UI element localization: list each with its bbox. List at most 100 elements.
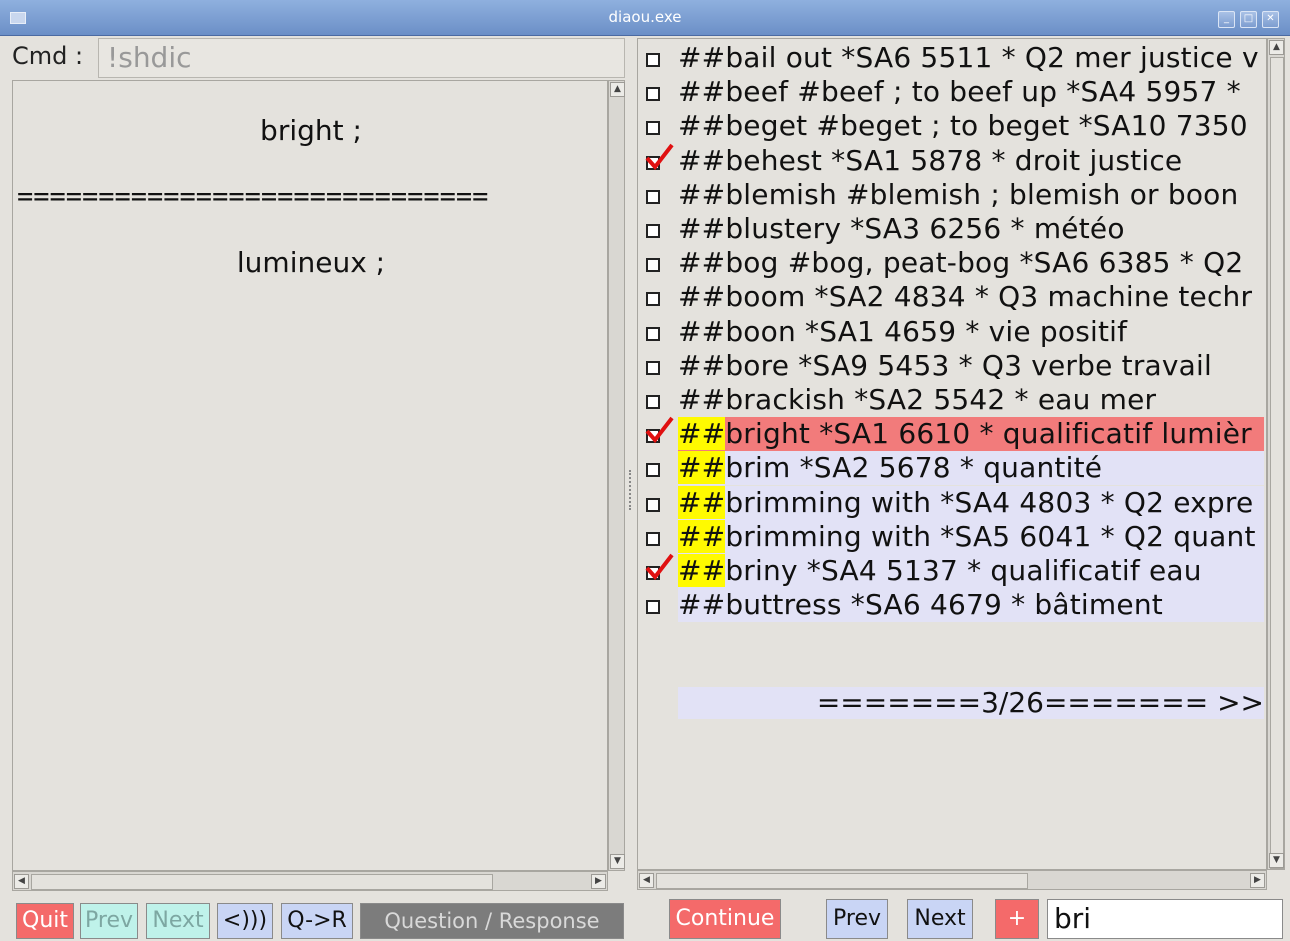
entry-label: brackish *SA2 5542 * eau mer: [725, 383, 1157, 416]
list-item[interactable]: ##behest *SA1 5878 * droit justice: [640, 143, 1264, 178]
entry-checkbox[interactable]: [646, 87, 660, 101]
search-input[interactable]: bri: [1047, 899, 1283, 939]
entry-prefix: ##: [678, 144, 726, 177]
list-item[interactable]: ##bog #bog, peat-bog *SA6 6385 * Q2: [640, 246, 1264, 280]
entry-text: ##bright *SA1 6610 * qualificatif lumièr: [678, 417, 1264, 451]
close-icon[interactable]: ✕: [1262, 11, 1279, 28]
entry-checkbox[interactable]: [646, 292, 660, 306]
cmd-label: Cmd :: [12, 42, 84, 70]
right-hscroll-thumb[interactable]: [656, 873, 1028, 889]
entry-label: blustery *SA3 6256 * météo: [725, 212, 1125, 245]
minimize-icon[interactable]: _: [1218, 11, 1235, 28]
left-horizontal-scrollbar[interactable]: ◀ ▶: [12, 871, 608, 891]
entry-prefix: ##: [678, 212, 726, 245]
checkmark-icon: [645, 416, 674, 444]
cmd-input[interactable]: !shdic: [98, 38, 625, 78]
entry-text: ##buttress *SA6 4679 * bâtiment: [678, 588, 1264, 622]
list-item[interactable]: ##brackish *SA2 5542 * eau mer: [640, 383, 1264, 417]
entry-prefix: ##: [678, 109, 726, 142]
entry-label: brimming with *SA5 6041 * Q2 quant: [725, 520, 1256, 553]
list-item[interactable]: ##bright *SA1 6610 * qualificatif lumièr: [640, 416, 1264, 451]
checkmark-icon: [645, 553, 674, 581]
entry-checkbox[interactable]: [646, 224, 660, 238]
entry-prefix: ##: [678, 75, 726, 108]
entry-label: buttress *SA6 4679 * bâtiment: [725, 588, 1163, 621]
entry-prefix: ##: [678, 554, 726, 587]
pane-splitter[interactable]: [629, 470, 633, 510]
entry-checkbox[interactable]: [646, 258, 660, 272]
entry-prefix: ##: [678, 178, 726, 211]
right-vscroll-thumb[interactable]: [1270, 57, 1284, 869]
add-button[interactable]: +: [995, 899, 1039, 939]
entry-label: behest *SA1 5878 * droit justice: [725, 144, 1183, 177]
entry-text: ##bog #bog, peat-bog *SA6 6385 * Q2: [678, 246, 1264, 280]
entry-text: ##brimming with *SA5 6041 * Q2 quant: [678, 520, 1264, 554]
entry-label: brim *SA2 5678 * quantité: [725, 451, 1103, 484]
scroll-down-icon[interactable]: ▼: [1269, 853, 1284, 868]
maximize-icon[interactable]: □: [1240, 11, 1257, 28]
list-item[interactable]: ##blemish #blemish ; blemish or boon: [640, 178, 1264, 212]
entry-checkbox[interactable]: [646, 361, 660, 375]
entry-checkbox[interactable]: [646, 532, 660, 546]
entry-label: bore *SA9 5453 * Q3 verbe travail: [725, 349, 1212, 382]
entry-label: bog #bog, peat-bog *SA6 6385 * Q2: [725, 246, 1244, 279]
quit-button[interactable]: Quit: [16, 903, 74, 939]
sound-button[interactable]: <))): [217, 903, 273, 939]
entry-checkbox[interactable]: [646, 190, 660, 204]
prev-button-right[interactable]: Prev: [826, 899, 888, 939]
entry-text: ##brackish *SA2 5542 * eau mer: [678, 383, 1264, 417]
question-to-response-button[interactable]: Q->R: [281, 903, 353, 939]
scroll-left-icon[interactable]: ◀: [14, 874, 29, 889]
entry-prefix: ##: [678, 349, 726, 382]
list-item[interactable]: ##briny *SA4 5137 * qualificatif eau: [640, 553, 1264, 588]
list-item[interactable]: ##boon *SA1 4659 * vie positif: [640, 315, 1264, 349]
left-hscroll-thumb[interactable]: [31, 874, 493, 890]
entry-text: ##brim *SA2 5678 * quantité: [678, 451, 1264, 485]
left-vertical-scrollbar[interactable]: ▲ ▼: [608, 80, 625, 871]
entry-checkbox[interactable]: [646, 395, 660, 409]
entry-prefix: ##: [678, 280, 726, 313]
entry-checkbox[interactable]: [646, 463, 660, 477]
entry-text: ##beef #beef ; to beef up *SA4 5957 *: [678, 75, 1264, 109]
entry-text: ##briny *SA4 5137 * qualificatif eau: [678, 554, 1264, 588]
question-text: bright ;: [260, 114, 362, 147]
list-item[interactable]: ##bore *SA9 5453 * Q3 verbe travail: [640, 349, 1264, 383]
scroll-up-icon[interactable]: ▲: [610, 82, 625, 97]
scroll-left-icon[interactable]: ◀: [639, 873, 654, 888]
list-item[interactable]: ##buttress *SA6 4679 * bâtiment: [640, 588, 1264, 622]
entry-label: boon *SA1 4659 * vie positif: [725, 315, 1128, 348]
list-item[interactable]: ##brimming with *SA4 4803 * Q2 expre: [640, 486, 1264, 520]
title-bar[interactable]: diaou.exe _ □ ✕: [0, 0, 1290, 36]
right-horizontal-scrollbar[interactable]: ◀ ▶: [637, 870, 1267, 890]
scroll-up-icon[interactable]: ▲: [1269, 40, 1284, 55]
list-item[interactable]: ##boom *SA2 4834 * Q3 machine techr: [640, 280, 1264, 314]
list-item[interactable]: ##bail out *SA6 5511 * Q2 mer justice v: [640, 41, 1264, 75]
pager[interactable]: =======3/26======= >>: [678, 687, 1264, 719]
entry-checkbox[interactable]: [646, 498, 660, 512]
entry-prefix: ##: [678, 417, 726, 450]
entry-text: ##blustery *SA3 6256 * météo: [678, 212, 1264, 246]
list-item[interactable]: ##beget #beget ; to beget *SA10 7350: [640, 109, 1264, 143]
entry-checkbox[interactable]: [646, 53, 660, 67]
list-item[interactable]: ##brimming with *SA5 6041 * Q2 quant: [640, 520, 1264, 554]
scroll-right-icon[interactable]: ▶: [1250, 873, 1265, 888]
list-item[interactable]: ##brim *SA2 5678 * quantité: [640, 451, 1264, 485]
entry-text: ##boom *SA2 4834 * Q3 machine techr: [678, 280, 1264, 314]
entry-prefix: ##: [678, 520, 726, 553]
next-button-left[interactable]: Next: [146, 903, 210, 939]
next-button-right[interactable]: Next: [907, 899, 973, 939]
prev-button-left[interactable]: Prev: [80, 903, 138, 939]
mode-toggle-button[interactable]: Question / Response: [360, 903, 624, 939]
entry-text: ##bail out *SA6 5511 * Q2 mer justice v: [678, 41, 1264, 75]
entry-prefix: ##: [678, 383, 726, 416]
entry-checkbox[interactable]: [646, 327, 660, 341]
list-item[interactable]: ##beef #beef ; to beef up *SA4 5957 *: [640, 75, 1264, 109]
entry-checkbox[interactable]: [646, 121, 660, 135]
scroll-right-icon[interactable]: ▶: [591, 874, 606, 889]
list-item[interactable]: ##blustery *SA3 6256 * météo: [640, 212, 1264, 246]
entry-checkbox[interactable]: [646, 600, 660, 614]
right-vertical-scrollbar[interactable]: ▲ ▼: [1267, 38, 1285, 870]
entry-label: blemish #blemish ; blemish or boon: [725, 178, 1239, 211]
scroll-down-icon[interactable]: ▼: [610, 854, 625, 869]
continue-button[interactable]: Continue: [669, 899, 781, 939]
